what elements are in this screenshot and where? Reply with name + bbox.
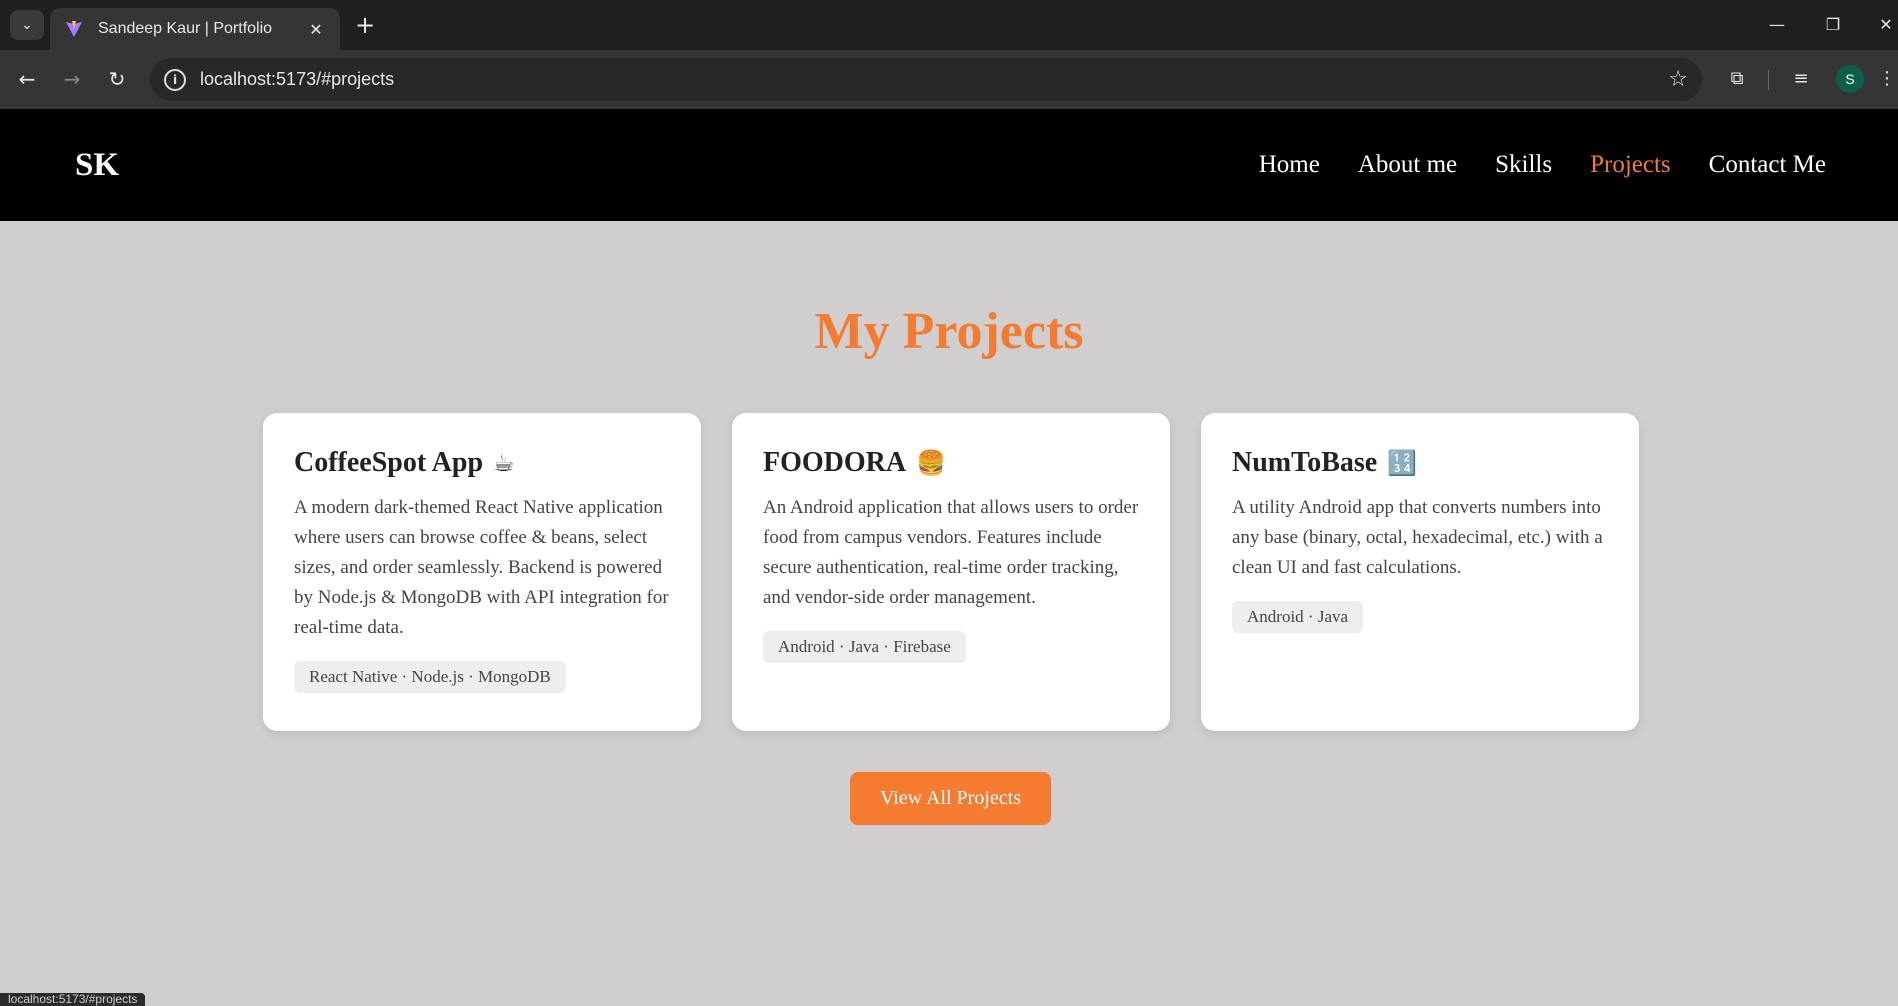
tab-title: Sandeep Kaur | Portfolio xyxy=(98,20,273,37)
burger-icon: 🍔 xyxy=(916,449,946,477)
card-description: A modern dark-themed React Native applic… xyxy=(294,497,669,638)
address-bar[interactable]: i localhost:5173/#projects ☆ xyxy=(150,58,1702,101)
tab-search-button[interactable]: ⌄ xyxy=(10,10,44,40)
media-controls-icon[interactable]: ≡ xyxy=(1786,64,1816,94)
status-bar-url: localhost:5173/#projects xyxy=(0,993,146,1006)
site-header: SK Home About me Skills Projects Contact… xyxy=(0,109,1898,221)
card-title: FOODORA xyxy=(763,447,907,478)
card-title: NumToBase xyxy=(1232,447,1378,478)
profile-avatar[interactable]: S xyxy=(1836,65,1864,93)
menu-kebab-icon[interactable]: ⋮ xyxy=(1876,64,1898,94)
forward-arrow-icon[interactable]: → xyxy=(55,62,89,96)
restore-icon[interactable]: ❐ xyxy=(1818,10,1848,40)
coffee-icon: ☕ xyxy=(493,449,515,477)
browser-tab[interactable]: Sandeep Kaur | Portfolio ✕ xyxy=(50,8,340,50)
project-card-foodora[interactable]: FOODORA 🍔 An Android application that al… xyxy=(732,413,1170,731)
close-tab-icon[interactable]: ✕ xyxy=(306,20,326,39)
reload-icon[interactable]: ↻ xyxy=(100,62,134,96)
project-card-coffeespot[interactable]: CoffeeSpot App ☕ A modern dark-themed Re… xyxy=(263,413,701,731)
project-cards: CoffeeSpot App ☕ A modern dark-themed Re… xyxy=(263,413,1639,731)
card-title-row: FOODORA 🍔 xyxy=(763,447,1139,479)
card-title-row: NumToBase 🔢 xyxy=(1232,447,1608,479)
close-window-icon[interactable]: ✕ xyxy=(1874,10,1898,40)
numbers-icon: 🔢 xyxy=(1387,449,1418,477)
url-text[interactable]: localhost:5173/#projects xyxy=(200,69,1668,90)
card-title-row: CoffeeSpot App ☕ xyxy=(294,447,670,479)
tech-tags: Android · Java · Firebase xyxy=(763,631,966,663)
card-description: An Android application that allows users… xyxy=(763,497,1139,608)
minimize-icon[interactable]: — xyxy=(1762,10,1792,40)
browser-tab-strip: ⌄ Sandeep Kaur | Portfolio ✕ + — ❐ ✕ xyxy=(0,0,1898,50)
browser-toolbar: ← → ↻ i localhost:5173/#projects ☆ ⧉ ≡ S… xyxy=(0,50,1898,109)
site-info-icon[interactable]: i xyxy=(164,68,186,91)
card-title: CoffeeSpot App xyxy=(294,447,484,478)
nav-link-home[interactable]: Home xyxy=(1259,151,1320,179)
tech-tags: Android · Java xyxy=(1232,601,1364,633)
tech-tags: React Native · Node.js · MongoDB xyxy=(294,661,566,693)
extensions-icon[interactable]: ⧉ xyxy=(1722,64,1752,94)
project-card-numtobase[interactable]: NumToBase 🔢 A utility Android app that c… xyxy=(1201,413,1639,731)
bookmark-star-icon[interactable]: ☆ xyxy=(1668,67,1688,92)
new-tab-icon[interactable]: + xyxy=(352,12,378,38)
nav-link-skills[interactable]: Skills xyxy=(1495,151,1552,179)
main-nav: Home About me Skills Projects Contact Me xyxy=(1259,151,1826,179)
section-title: My Projects xyxy=(814,303,1084,360)
vite-favicon-icon xyxy=(66,21,82,37)
toolbar-divider xyxy=(1768,70,1769,90)
back-arrow-icon[interactable]: ← xyxy=(10,62,44,96)
card-description: A utility Android app that converts numb… xyxy=(1232,497,1603,578)
nav-link-about[interactable]: About me xyxy=(1358,151,1457,179)
nav-link-contact[interactable]: Contact Me xyxy=(1709,151,1826,179)
site-logo[interactable]: SK xyxy=(75,147,119,184)
view-all-projects-button[interactable]: View All Projects xyxy=(850,772,1051,825)
nav-link-projects[interactable]: Projects xyxy=(1590,151,1671,179)
